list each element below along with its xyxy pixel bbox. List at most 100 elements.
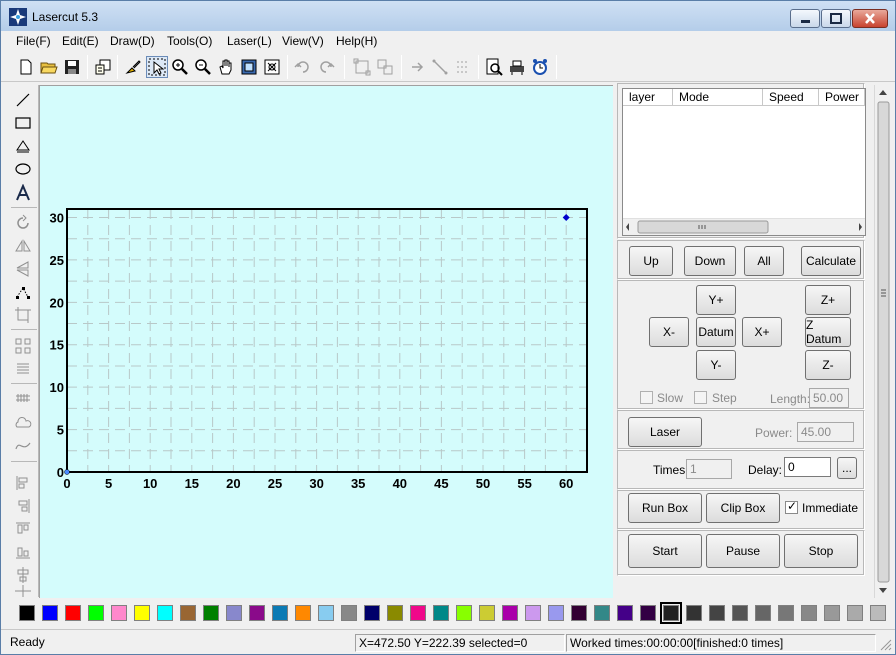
fit-page-icon[interactable] xyxy=(238,56,260,78)
col-header-power[interactable]: Power xyxy=(819,89,865,106)
palette-swatch[interactable] xyxy=(341,605,357,621)
palette-swatch[interactable] xyxy=(19,605,35,621)
palette-swatch[interactable] xyxy=(640,605,656,621)
palette-swatch[interactable] xyxy=(134,605,150,621)
align-left-icon[interactable] xyxy=(12,473,34,493)
group-icon[interactable] xyxy=(351,56,373,78)
palette-swatch[interactable] xyxy=(709,605,725,621)
immediate-checkbox[interactable] xyxy=(785,499,798,514)
zoom-out-icon[interactable] xyxy=(192,56,214,78)
center-icon[interactable] xyxy=(12,585,34,597)
align-icon[interactable] xyxy=(12,359,34,379)
x-minus-button[interactable]: X- xyxy=(649,317,689,347)
times-input[interactable]: 1 xyxy=(686,459,732,479)
palette-swatch[interactable] xyxy=(318,605,334,621)
palette-swatch[interactable] xyxy=(203,605,219,621)
clock-icon[interactable] xyxy=(529,56,551,78)
zoom-fit-icon[interactable] xyxy=(261,56,283,78)
y-minus-button[interactable]: Y- xyxy=(696,350,736,380)
palette-swatch[interactable] xyxy=(594,605,610,621)
align-right-icon[interactable] xyxy=(12,496,34,516)
palette-swatch[interactable] xyxy=(42,605,58,621)
drawing-canvas[interactable]: 0 5 10 15 20 25 30 35 40 45 50 55 60 0 5 10 15 20 25 30 xyxy=(39,85,613,598)
palette-swatch[interactable] xyxy=(502,605,518,621)
pan-hand-icon[interactable] xyxy=(215,56,237,78)
distribute-icon[interactable] xyxy=(12,565,34,585)
panel-vscroll[interactable] xyxy=(874,85,891,598)
select-arrow-icon[interactable] xyxy=(146,56,168,78)
palette-swatch[interactable] xyxy=(824,605,840,621)
stop-button[interactable]: Stop xyxy=(784,534,858,568)
palette-swatch[interactable] xyxy=(870,605,886,621)
arrow-icon[interactable] xyxy=(406,56,428,78)
z-datum-button[interactable]: Z Datum xyxy=(805,317,851,347)
calculate-button[interactable]: Calculate xyxy=(801,246,861,276)
work-area-grid[interactable]: 0 5 10 15 20 25 30 35 40 45 50 55 60 0 5 10 15 20 25 30 xyxy=(40,86,613,598)
hatch-icon[interactable] xyxy=(12,389,34,409)
close-button[interactable] xyxy=(852,9,888,28)
rectangle-tool-icon[interactable] xyxy=(12,113,34,133)
maximize-button[interactable] xyxy=(821,9,851,28)
palette-swatch[interactable] xyxy=(226,605,242,621)
array-icon[interactable] xyxy=(452,56,474,78)
palette-swatch[interactable] xyxy=(295,605,311,621)
power-input[interactable]: 45.00 xyxy=(797,422,854,442)
open-folder-icon[interactable] xyxy=(38,56,60,78)
all-button[interactable]: All xyxy=(744,246,784,276)
mirror-vertical-icon[interactable] xyxy=(12,259,34,279)
delay-input[interactable]: 0 xyxy=(784,457,831,477)
z-minus-button[interactable]: Z- xyxy=(805,350,851,380)
palette-swatch[interactable] xyxy=(548,605,564,621)
start-button[interactable]: Start xyxy=(628,534,702,568)
rotate-icon[interactable] xyxy=(12,213,34,233)
eraser-tool-icon[interactable] xyxy=(12,136,34,156)
col-header-mode[interactable]: Mode xyxy=(673,89,763,106)
palette-swatch[interactable] xyxy=(686,605,702,621)
menu-help[interactable]: Help(H) xyxy=(336,34,377,48)
menu-view[interactable]: View(V) xyxy=(282,34,324,48)
laser-button[interactable]: Laser xyxy=(628,417,702,447)
align-top-icon[interactable] xyxy=(12,519,34,539)
menu-draw[interactable]: Draw(D) xyxy=(110,34,155,48)
crop-icon[interactable] xyxy=(12,305,34,325)
new-file-icon[interactable] xyxy=(15,56,37,78)
palette-swatch[interactable] xyxy=(660,602,682,624)
undo-icon[interactable] xyxy=(292,56,314,78)
step-checkbox[interactable] xyxy=(694,391,707,404)
ungroup-icon[interactable] xyxy=(374,56,396,78)
resize-grip-icon[interactable] xyxy=(879,638,893,652)
brush-icon[interactable] xyxy=(122,56,144,78)
x-plus-button[interactable]: X+ xyxy=(742,317,782,347)
z-plus-button[interactable]: Z+ xyxy=(805,285,851,315)
palette-swatch[interactable] xyxy=(180,605,196,621)
pause-button[interactable]: Pause xyxy=(706,534,780,568)
palette-swatch[interactable] xyxy=(65,605,81,621)
palette-swatch[interactable] xyxy=(801,605,817,621)
palette-swatch[interactable] xyxy=(88,605,104,621)
palette-swatch[interactable] xyxy=(157,605,173,621)
curve-icon[interactable] xyxy=(12,436,34,456)
palette-swatch[interactable] xyxy=(249,605,265,621)
col-header-speed[interactable]: Speed xyxy=(763,89,819,106)
import-icon[interactable] xyxy=(92,56,114,78)
palette-swatch[interactable] xyxy=(778,605,794,621)
palette-swatch[interactable] xyxy=(525,605,541,621)
ellipse-tool-icon[interactable] xyxy=(12,159,34,179)
palette-swatch[interactable] xyxy=(433,605,449,621)
palette-swatch[interactable] xyxy=(755,605,771,621)
palette-swatch[interactable] xyxy=(617,605,633,621)
save-icon[interactable] xyxy=(61,56,83,78)
palette-swatch[interactable] xyxy=(364,605,380,621)
up-button[interactable]: Up xyxy=(629,246,673,276)
preview-icon[interactable] xyxy=(483,56,505,78)
zoom-in-icon[interactable] xyxy=(169,56,191,78)
palette-swatch[interactable] xyxy=(272,605,288,621)
line-tool-icon[interactable] xyxy=(12,90,34,110)
menu-edit[interactable]: Edit(E) xyxy=(62,34,99,48)
slow-checkbox[interactable] xyxy=(640,391,653,404)
minimize-button[interactable] xyxy=(790,9,820,28)
more-button[interactable]: ... xyxy=(837,457,857,479)
cloud-icon[interactable] xyxy=(12,413,34,433)
menu-file[interactable]: File(F) xyxy=(16,34,51,48)
nodes-icon[interactable] xyxy=(12,283,34,303)
